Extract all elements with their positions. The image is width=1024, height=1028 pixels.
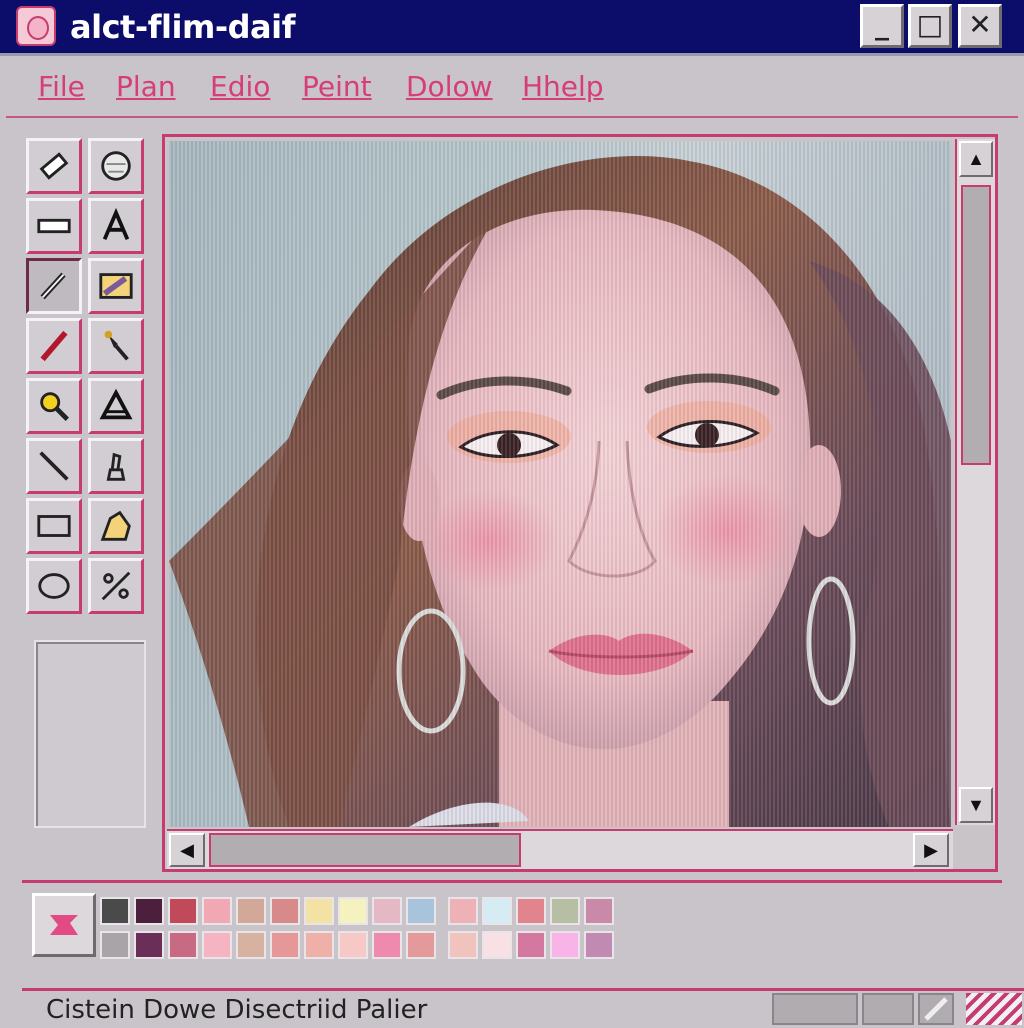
color-swatch[interactable] xyxy=(406,931,436,959)
pencil-icon xyxy=(924,997,948,1021)
vertical-scrollbar[interactable]: ▲ ▼ xyxy=(955,139,995,825)
polygon-icon xyxy=(100,510,131,541)
ellipse-tool[interactable] xyxy=(26,558,82,614)
color-palette xyxy=(22,880,1002,976)
airbrush-tool[interactable] xyxy=(88,318,144,374)
color-swatch[interactable] xyxy=(202,931,232,959)
brush-icon xyxy=(40,330,68,362)
menu-peint[interactable]: Peint xyxy=(302,70,372,103)
window-title: alct-flim-daif xyxy=(70,8,295,46)
curve-icon xyxy=(101,571,131,601)
scroll-right-button[interactable]: ▶ xyxy=(913,833,949,867)
color-swatch[interactable] xyxy=(304,931,334,959)
polygon-tool[interactable] xyxy=(88,498,144,554)
status-tool-indicator xyxy=(918,993,954,1025)
color-swatch[interactable] xyxy=(516,897,546,925)
drawing-canvas[interactable] xyxy=(169,141,951,827)
color-swatch[interactable] xyxy=(584,931,614,959)
canvas-frame: ▲ ▼ ◀ ▶ xyxy=(162,134,998,872)
magnifier-icon xyxy=(40,392,69,421)
vertical-scroll-thumb[interactable] xyxy=(961,185,991,465)
minimize-button[interactable]: _ xyxy=(860,4,904,48)
line-tool[interactable] xyxy=(26,438,82,494)
horizontal-scrollbar[interactable]: ◀ ▶ xyxy=(167,829,953,869)
rectangle-tool[interactable] xyxy=(26,498,82,554)
color-swatch[interactable] xyxy=(550,931,580,959)
lasso-circle-icon xyxy=(101,151,131,181)
status-field-2 xyxy=(862,993,914,1025)
app-icon xyxy=(16,6,56,46)
color-swatch[interactable] xyxy=(236,931,266,959)
airbrush-icon xyxy=(104,330,129,361)
triangle-icon xyxy=(99,388,133,420)
color-swatch[interactable] xyxy=(372,897,402,925)
brush-tool[interactable] xyxy=(26,318,82,374)
color-swatch[interactable] xyxy=(134,897,164,925)
color-swatch[interactable] xyxy=(482,931,512,959)
scanline-overlay xyxy=(169,141,951,827)
color-swatch[interactable] xyxy=(100,897,130,925)
color-swatch[interactable] xyxy=(584,897,614,925)
menu-dolow[interactable]: Dolow xyxy=(406,70,493,103)
color-swatch[interactable] xyxy=(372,931,402,959)
menu-plan[interactable]: Plan xyxy=(116,70,176,103)
color-swatch[interactable] xyxy=(168,897,198,925)
rectangle-select-icon xyxy=(37,218,71,234)
eraser-tool[interactable] xyxy=(26,138,82,194)
color-swatch[interactable] xyxy=(448,897,478,925)
maximize-button[interactable]: □ xyxy=(908,4,952,48)
magnifier-tool[interactable] xyxy=(26,378,82,434)
palette-icon xyxy=(50,915,78,935)
curve-tool[interactable] xyxy=(88,558,144,614)
title-bar: alct-flim-daif _ □ ✕ xyxy=(0,0,1024,56)
color-swatch[interactable] xyxy=(304,897,334,925)
color-swatch[interactable] xyxy=(236,897,266,925)
fill-tool[interactable] xyxy=(88,258,144,314)
pencil-tool[interactable] xyxy=(26,258,82,314)
color-swatch[interactable] xyxy=(202,897,232,925)
color-swatch[interactable] xyxy=(448,931,478,959)
color-swatch[interactable] xyxy=(100,931,130,959)
color-swatch[interactable] xyxy=(338,931,368,959)
color-swatch[interactable] xyxy=(550,897,580,925)
status-field-1 xyxy=(772,993,858,1025)
color-swatch[interactable] xyxy=(406,897,436,925)
menu-help[interactable]: Hhelp xyxy=(522,70,604,103)
scroll-up-button[interactable]: ▲ xyxy=(959,141,993,177)
pencil-icon xyxy=(40,272,66,300)
color-swatch[interactable] xyxy=(168,931,198,959)
color-swatch[interactable] xyxy=(338,897,368,925)
stamp-icon xyxy=(106,452,126,481)
horizontal-scroll-thumb[interactable] xyxy=(209,833,521,867)
menu-edio[interactable]: Edio xyxy=(210,70,270,103)
resize-grip[interactable] xyxy=(966,993,1022,1025)
color-swatch[interactable] xyxy=(270,897,300,925)
rectangle-icon xyxy=(37,515,71,537)
fill-gradient-icon xyxy=(99,273,133,299)
status-bar: Cistein Dowe Disectriid Palier xyxy=(22,988,1024,1025)
status-text: Cistein Dowe Disectriid Palier xyxy=(46,995,428,1025)
color-swatch[interactable] xyxy=(270,931,300,959)
current-color-button[interactable] xyxy=(32,893,96,957)
ellipse-icon xyxy=(38,573,70,599)
select-free-tool[interactable] xyxy=(88,138,144,194)
stamp-tool[interactable] xyxy=(88,438,144,494)
scroll-left-button[interactable]: ◀ xyxy=(169,833,205,867)
menu-file[interactable]: File xyxy=(38,70,85,103)
triangle-tool[interactable] xyxy=(88,378,144,434)
close-button[interactable]: ✕ xyxy=(958,4,1002,48)
eraser-icon xyxy=(39,152,69,180)
color-swatch[interactable] xyxy=(134,931,164,959)
line-icon xyxy=(39,451,69,481)
text-tool[interactable] xyxy=(88,198,144,254)
scroll-down-button[interactable]: ▼ xyxy=(959,787,993,823)
rect-select-tool[interactable] xyxy=(26,198,82,254)
text-a-icon xyxy=(102,207,130,241)
color-swatch[interactable] xyxy=(482,897,512,925)
menu-bar: File Plan Edio Peint Dolow Hhelp xyxy=(6,60,1018,118)
color-swatch[interactable] xyxy=(516,931,546,959)
color-preview-panel xyxy=(34,640,146,828)
